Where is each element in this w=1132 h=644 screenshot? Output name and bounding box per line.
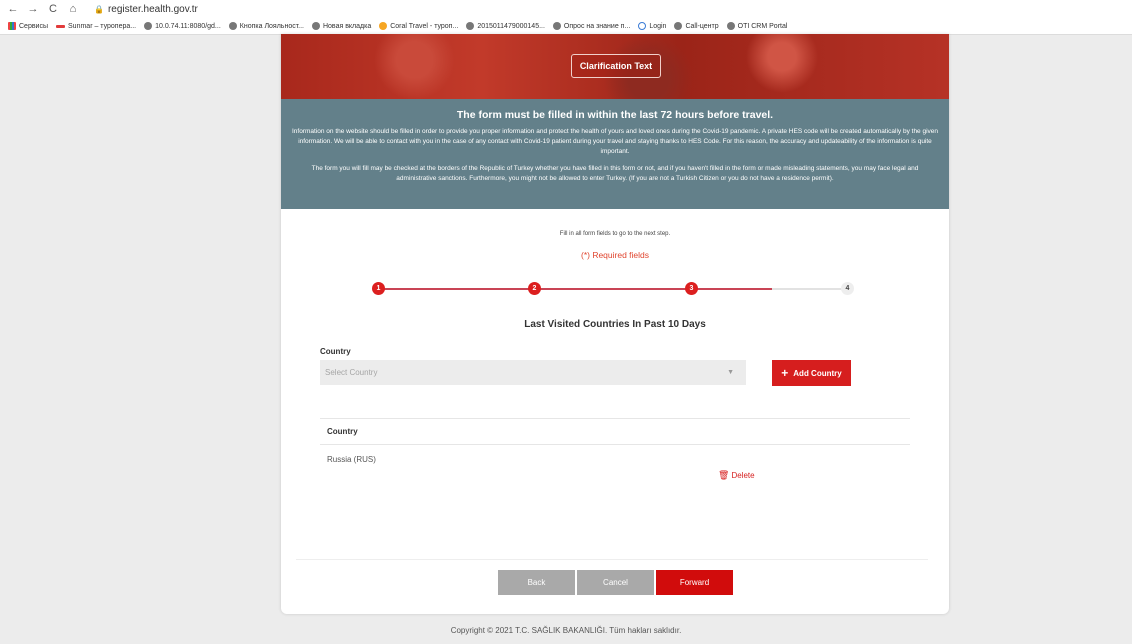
bookmark-item[interactable]: 10.0.74.11:8080/gd... [144,22,221,30]
table-divider [320,418,910,419]
step-1: 1 [372,282,385,295]
delete-button[interactable]: 🗑 Delete [718,470,755,481]
table-cell-country: Russia (RUS) [327,455,376,464]
globe-icon [726,22,735,30]
table-header-country: Country [327,427,358,436]
copyright-text: Copyright © 2021 T.C. SAĞLIK BAKANLIĞI. … [450,626,682,635]
login-icon [638,22,647,30]
lock-icon: 🔒 [94,4,104,14]
delete-label: Delete [731,471,755,480]
info-paragraph: The form you will fill may be checked at… [311,165,919,182]
globe-icon [674,22,683,30]
back-button[interactable]: Back [498,570,575,595]
forward-arrow-icon[interactable]: → [26,3,40,15]
add-country-button[interactable]: + Add Country [772,360,851,386]
divider [296,559,928,560]
progress-stepper: 1 2 3 4 [372,282,862,296]
form-instruction: Fill in all form fields to go to the nex… [559,231,671,237]
bookmark-item[interactable]: Sunmar – туропера... [56,23,136,30]
globe-icon [228,22,237,30]
bookmark-item[interactable]: Login [638,22,666,30]
country-select[interactable]: Select Country ▼ [320,360,746,385]
bookmarks-bar: Сервисы Sunmar – туропера... 10.0.74.11:… [0,18,1132,35]
add-country-label: Add Country [793,368,842,378]
country-select-placeholder: Select Country [325,368,378,377]
step-2: 2 [528,282,541,295]
info-panel: The form must be filled in within the la… [281,99,949,209]
browser-toolbar: ← → C ⌂ 🔒 register.health.gov.tr [0,0,1132,18]
info-title: The form must be filled in within the la… [456,109,774,121]
home-icon[interactable]: ⌂ [66,3,80,15]
globe-icon [144,22,153,30]
bookmark-item[interactable]: OTI CRM Portal [726,22,787,30]
stepper-progress [377,288,772,290]
clarification-text-button[interactable]: Clarification Text [571,54,661,78]
bookmark-item[interactable]: Кнопка Лояльност... [228,22,304,30]
info-paragraph: Information on the website should be fil… [291,128,939,155]
bookmark-item[interactable]: Сервисы [8,22,48,30]
globe-icon [311,22,320,30]
address-bar[interactable]: 🔒 register.health.gov.tr [94,4,198,15]
globe-icon [466,22,475,30]
required-fields-note: (*) Required fields [580,250,650,260]
globe-icon [552,22,561,30]
reload-icon[interactable]: C [46,3,60,15]
banner-image: Clarification Text [281,34,949,99]
coral-icon [379,22,388,30]
form-card: Clarification Text The form must be fill… [281,34,949,614]
sunmar-icon [56,24,66,28]
trash-icon: 🗑 [718,470,730,480]
table-divider [320,444,910,445]
apps-icon [8,22,16,30]
bookmark-item[interactable]: Call-центр [674,22,719,30]
section-title: Last Visited Countries In Past 10 Days [524,319,706,330]
bookmark-item[interactable]: Новая вкладка [311,22,371,30]
cancel-button[interactable]: Cancel [577,570,654,595]
step-4: 4 [841,282,854,295]
step-3: 3 [685,282,698,295]
country-label: Country [320,347,351,356]
url-text: register.health.gov.tr [107,3,198,15]
bookmark-item[interactable]: 2015011479000145... [466,22,545,30]
forward-button[interactable]: Forward [656,570,733,595]
chevron-down-icon: ▼ [727,369,734,376]
bookmark-item[interactable]: Coral Travel - туроп... [379,22,458,30]
plus-icon: + [781,366,789,380]
back-arrow-icon[interactable]: ← [6,3,20,15]
bookmark-item[interactable]: Опрос на знание п... [552,22,630,30]
